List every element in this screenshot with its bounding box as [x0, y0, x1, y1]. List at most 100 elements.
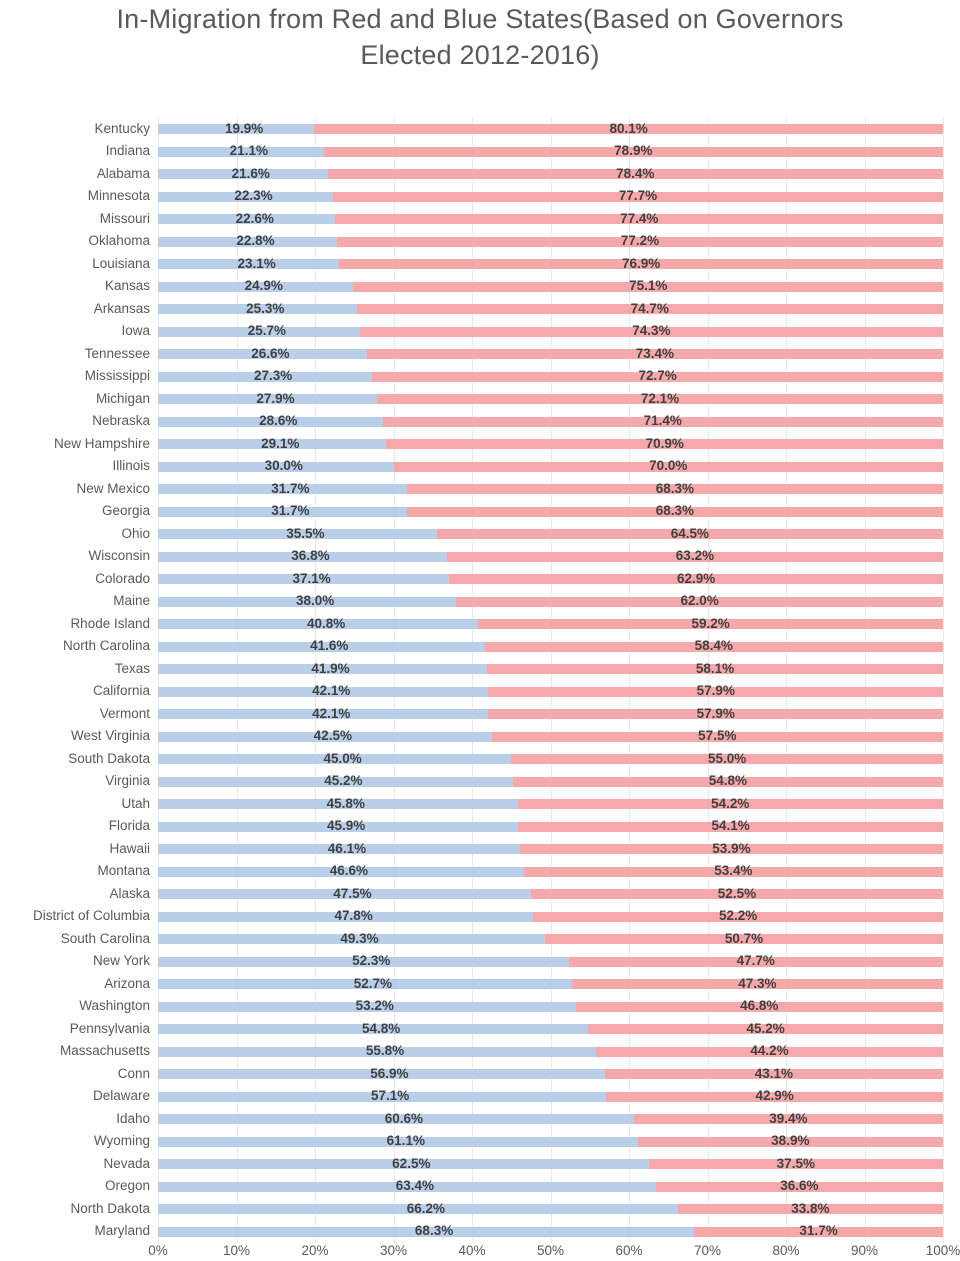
category-label: Georgia	[101, 503, 150, 519]
value-label-blue: 24.9%	[244, 278, 283, 294]
value-label-blue: 27.3%	[254, 368, 293, 384]
category-label: California	[92, 683, 150, 699]
category-label: South Carolina	[60, 930, 150, 946]
category-label: Oregon	[104, 1178, 150, 1194]
value-label-red: 33.8%	[791, 1200, 830, 1216]
bar-row	[158, 731, 943, 742]
bar-row	[158, 236, 943, 247]
x-tick-label: 90%	[850, 1243, 879, 1258]
value-label-blue: 40.8%	[306, 615, 346, 631]
value-label-red: 54.8%	[708, 773, 748, 789]
value-label-blue: 21.1%	[229, 143, 268, 159]
value-label-red: 74.3%	[632, 323, 671, 339]
value-label-blue: 25.3%	[246, 300, 285, 316]
value-label-red: 73.4%	[635, 345, 675, 361]
value-label-red: 62.0%	[680, 593, 719, 609]
value-label-blue: 53.2%	[355, 998, 394, 1014]
category-label: North Dakota	[70, 1200, 150, 1216]
bar-row	[158, 1001, 943, 1012]
category-label: Hawaii	[109, 840, 150, 856]
value-label-blue: 30.0%	[264, 458, 303, 474]
category-label: Louisiana	[92, 255, 150, 271]
bar-row	[158, 1181, 943, 1192]
bar-row	[158, 1159, 943, 1170]
value-label-blue: 42.5%	[313, 728, 352, 744]
bar-row	[158, 1046, 943, 1057]
category-label: Tennessee	[84, 345, 150, 361]
x-tick-label: 60%	[615, 1243, 643, 1258]
value-label-blue: 29.1%	[261, 435, 300, 451]
x-tick-label: 20%	[301, 1243, 329, 1258]
x-tick-label: 30%	[379, 1243, 408, 1258]
category-label: Oklahoma	[88, 233, 150, 249]
bar-row	[158, 191, 943, 202]
category-label: Arkansas	[93, 300, 150, 316]
category-label: Kentucky	[94, 120, 150, 136]
value-label-red: 63.2%	[675, 548, 715, 564]
value-label-blue: 23.1%	[237, 255, 276, 271]
value-label-red: 46.8%	[740, 998, 779, 1014]
category-label: Wyoming	[93, 1133, 150, 1149]
bar-row	[158, 169, 943, 180]
value-label-blue: 42.1%	[312, 705, 351, 721]
value-label-red: 57.9%	[696, 705, 735, 721]
bar-row	[158, 1136, 943, 1147]
value-label-red: 43.1%	[754, 1065, 793, 1081]
value-label-red: 78.9%	[614, 143, 653, 159]
chart-title: In-Migration from Red and Blue States(Ba…	[116, 4, 844, 70]
value-label-blue: 61.1%	[386, 1133, 425, 1149]
bar-row	[158, 709, 943, 720]
category-label: Rhode Island	[70, 615, 150, 631]
bar-row	[158, 574, 943, 585]
value-label-red: 54.1%	[711, 818, 750, 834]
bar-row	[158, 596, 943, 607]
value-label-red: 80.1%	[609, 120, 648, 136]
bar-row	[158, 776, 943, 787]
category-label: Virginia	[105, 773, 150, 789]
category-label: Nebraska	[92, 413, 150, 429]
value-label-blue: 45.0%	[323, 750, 362, 766]
x-tick-label: 0%	[148, 1243, 168, 1258]
category-label: Florida	[108, 818, 150, 834]
category-label: Minnesota	[87, 188, 150, 204]
value-label-blue: 46.6%	[329, 863, 369, 879]
value-label-red: 72.1%	[640, 390, 680, 406]
category-label: Utah	[121, 795, 150, 811]
value-label-blue: 42.1%	[312, 683, 351, 699]
value-label-red: 68.3%	[655, 503, 695, 519]
category-label: Washington	[79, 998, 150, 1014]
category-label: New Hampshire	[53, 435, 150, 451]
value-label-blue: 45.9%	[327, 818, 366, 834]
bar-row	[158, 866, 943, 877]
category-label: Missouri	[99, 210, 150, 226]
category-label: Pennsylvania	[69, 1020, 150, 1036]
value-label-red: 58.4%	[694, 638, 733, 654]
bar-row	[158, 889, 943, 900]
bar-row	[158, 214, 943, 225]
x-axis: 0% 10% 20% 30% 40% 50% 60% 70% 80% 90% 100%	[148, 1243, 960, 1261]
value-label-blue: 52.3%	[352, 953, 391, 969]
bar-row	[158, 934, 943, 945]
category-label: Indiana	[105, 143, 150, 159]
category-label: Alabama	[96, 165, 150, 181]
value-label-blue: 52.7%	[353, 975, 392, 991]
value-label-blue: 63.4%	[395, 1178, 434, 1194]
category-label: Massachusetts	[59, 1043, 150, 1059]
bar-row	[158, 619, 943, 630]
value-label-red: 54.2%	[711, 795, 750, 811]
category-label: Delaware	[92, 1088, 150, 1104]
category-label: Colorado	[95, 570, 150, 586]
value-label-red: 53.4%	[714, 863, 753, 879]
value-label-blue: 22.8%	[236, 233, 275, 249]
bar-row	[158, 686, 943, 697]
value-label-blue: 41.9%	[311, 660, 350, 676]
bar-row	[158, 146, 943, 157]
value-label-red: 77.4%	[620, 210, 659, 226]
value-label-red: 70.9%	[645, 435, 684, 451]
value-label-blue: 22.6%	[235, 210, 274, 226]
bar-row	[158, 641, 943, 652]
value-label-red: 74.7%	[630, 300, 669, 316]
bar-row	[158, 979, 943, 990]
bar-row	[158, 124, 943, 135]
value-label-blue: 54.8%	[361, 1020, 401, 1036]
